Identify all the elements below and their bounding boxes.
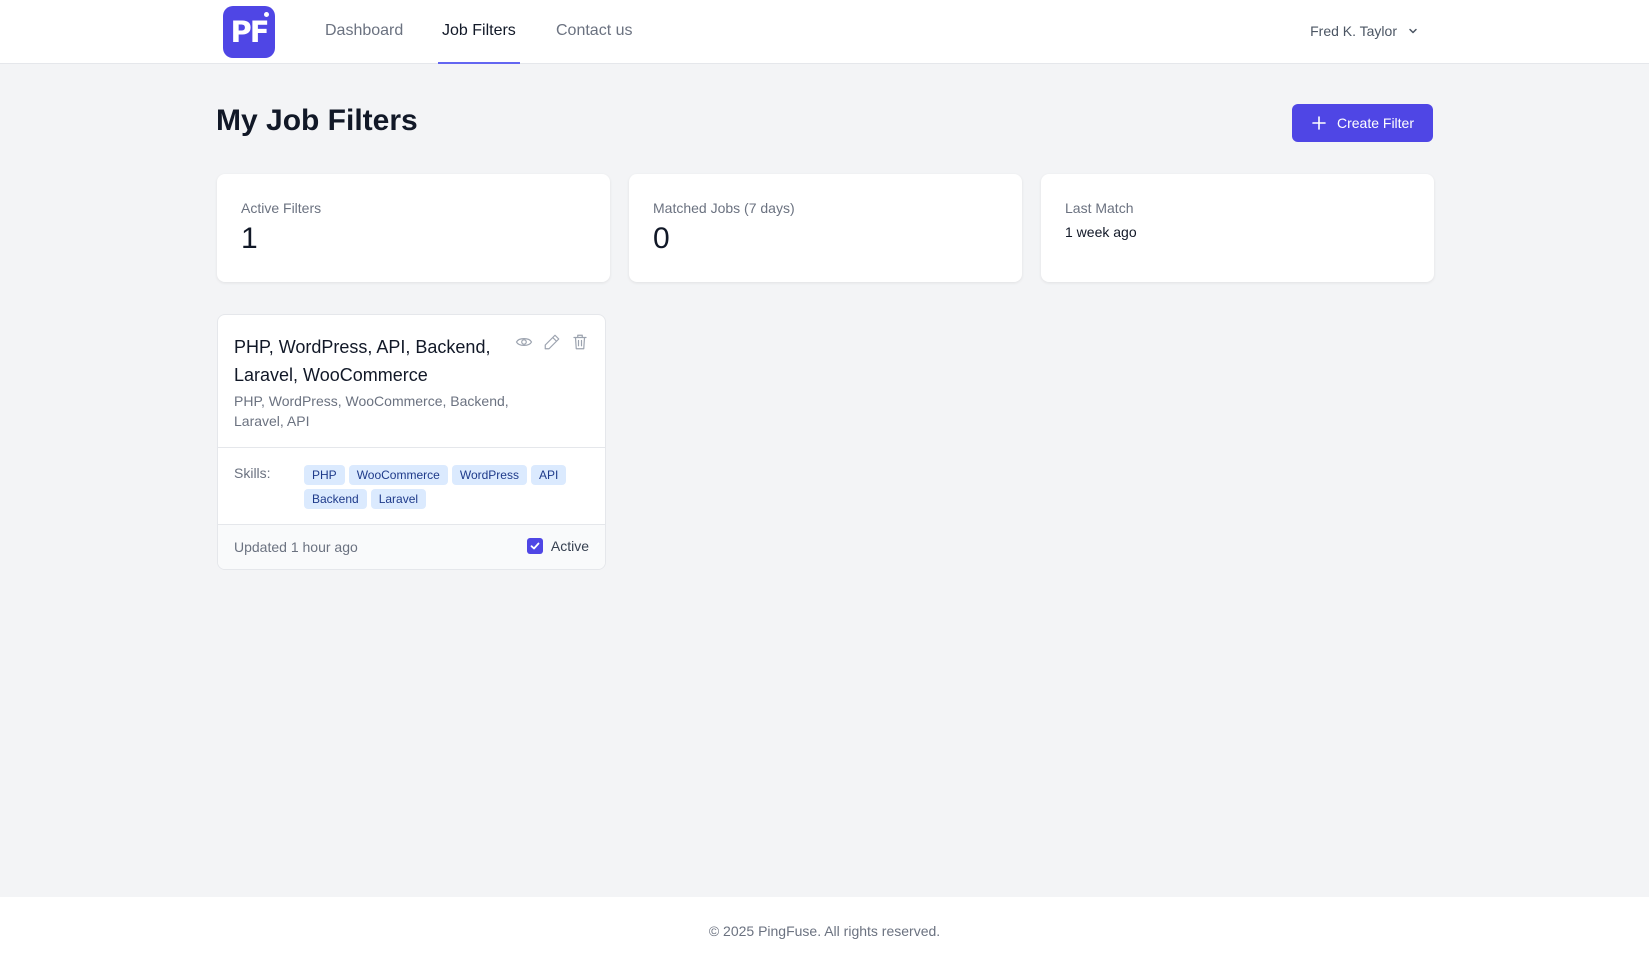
stat-card-active-filters: Active Filters 1 (217, 174, 610, 282)
skill-tag: Laravel (370, 489, 427, 509)
skill-tag: API (530, 465, 567, 485)
divider (218, 447, 605, 448)
chevron-down-icon (1409, 28, 1417, 34)
pingfuse-logo[interactable]: PF (223, 6, 275, 58)
filter-description: PHP, WordPress, WooCommerce, Backend, La… (234, 393, 509, 429)
skill-tag: PHP (304, 465, 345, 485)
copyright-text: © 2025 PingFuse. All rights reserved. (708, 923, 941, 939)
active-nav-indicator (438, 62, 520, 64)
active-checkbox[interactable] (526, 538, 543, 554)
page-title: My Job Filters (216, 104, 418, 137)
stat-card-matched-jobs: Matched Jobs (7 days) 0 (629, 174, 1022, 282)
updated-timestamp: Updated 1 hour ago (234, 539, 358, 555)
filter-card: PHP, WordPress, API, Backend, Laravel, W… (217, 314, 606, 570)
pencil-icon[interactable] (543, 333, 561, 351)
skill-tag: WooCommerce (348, 465, 448, 485)
skill-tag: WordPress (451, 465, 527, 485)
nav-contact-us[interactable]: Contact us (556, 22, 632, 40)
stat-label: Last Match (1065, 200, 1134, 216)
plus-icon (1312, 116, 1326, 130)
logo-text: PF (230, 15, 269, 49)
user-menu[interactable]: Fred K. Taylor (1310, 23, 1419, 39)
skill-tag: Backend (304, 489, 367, 509)
active-toggle[interactable]: Active (526, 538, 589, 554)
logo-dot (264, 12, 269, 17)
skills-label: Skills: (234, 465, 271, 481)
stat-label: Active Filters (241, 200, 322, 216)
filter-card-footer: Updated 1 hour ago Active (218, 524, 605, 569)
stat-value: 0 (653, 222, 670, 255)
active-label: Active (550, 538, 589, 554)
stat-card-last-match: Last Match 1 week ago (1041, 174, 1434, 282)
nav-dashboard[interactable]: Dashboard (325, 22, 403, 40)
page-footer: © 2025 PingFuse. All rights reserved. (0, 897, 1649, 965)
trash-icon[interactable] (571, 333, 589, 351)
nav-job-filters[interactable]: Job Filters (442, 22, 516, 40)
stat-value: 1 week ago (1065, 224, 1137, 240)
filter-actions (515, 333, 589, 351)
eye-icon[interactable] (515, 333, 533, 351)
filter-title: PHP, WordPress, API, Backend, Laravel, W… (234, 337, 491, 385)
create-filter-label: Create Filter (1336, 115, 1415, 131)
top-navbar: PF Dashboard Job Filters Contact us Fred… (0, 0, 1649, 64)
check-icon (530, 542, 540, 550)
skill-tags: PHP WooCommerce WordPress API Backend La… (304, 465, 574, 509)
user-name: Fred K. Taylor (1310, 23, 1397, 39)
stat-value: 1 (241, 222, 258, 255)
create-filter-button[interactable]: Create Filter (1292, 104, 1433, 142)
stat-label: Matched Jobs (7 days) (653, 200, 795, 216)
